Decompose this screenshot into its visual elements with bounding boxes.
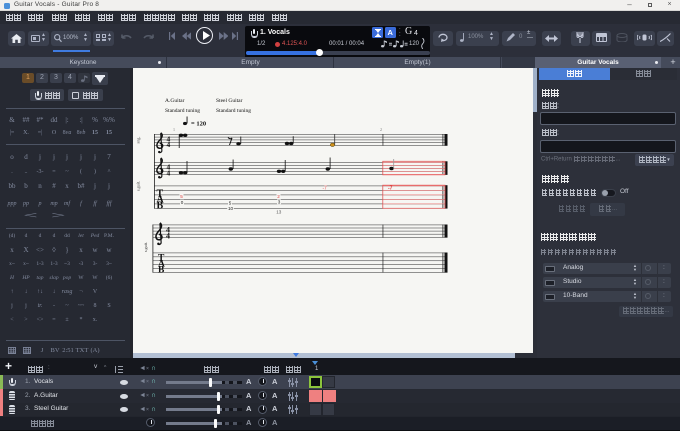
- svg-text:B: B: [157, 201, 164, 212]
- svg-text:5: 5: [229, 200, 232, 205]
- svg-text:-7: -7: [388, 186, 393, 192]
- svg-text:10: 10: [228, 206, 234, 211]
- svg-text:-7: -7: [323, 186, 328, 192]
- svg-text:Standard tuning: Standard tuning: [216, 108, 251, 114]
- svg-text:1: 1: [173, 127, 175, 132]
- svg-text:2: 2: [277, 194, 280, 199]
- svg-text:4: 4: [167, 140, 171, 149]
- svg-text:13: 13: [276, 209, 282, 214]
- svg-text:4: 4: [166, 232, 170, 241]
- svg-text:= 120: = 120: [191, 121, 206, 128]
- svg-text:sng.: sng.: [136, 137, 141, 144]
- svg-text:2: 2: [380, 127, 382, 132]
- svg-text:Steel Guitar: Steel Guitar: [216, 98, 243, 104]
- svg-text:0: 0: [181, 200, 184, 205]
- svg-text:s.guit.: s.guit.: [136, 181, 141, 191]
- svg-text:5: 5: [180, 194, 183, 199]
- svg-text:B: B: [158, 266, 165, 276]
- svg-text:3: 3: [278, 200, 281, 205]
- svg-text:4: 4: [167, 168, 171, 177]
- svg-text:s.guit.: s.guit.: [143, 242, 148, 252]
- svg-text:A.Guitar: A.Guitar: [165, 98, 185, 104]
- svg-text:Standard tuning: Standard tuning: [165, 108, 200, 114]
